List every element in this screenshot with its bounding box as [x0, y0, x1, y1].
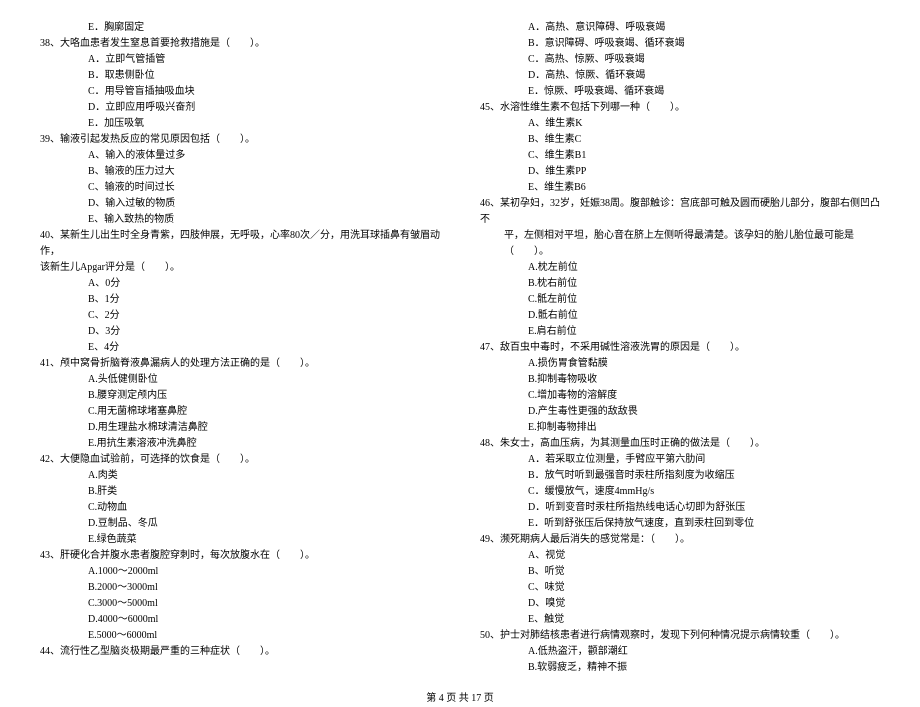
q47-option-a: A.损伤胃食管黏膜 [480, 356, 880, 372]
q40-option-c: C、2分 [40, 308, 440, 324]
left-column: E．胸廓固定 38、大咯血患者发生窒息首要抢救措施是（ ）。 A．立即气管插管 … [40, 20, 440, 676]
q50: 50、护士对肺结核患者进行病情观察时，发现下列何种情况提示病情较重（ ）。 [480, 628, 880, 644]
q48-option-c: C．缓慢放气，速度4mmHg/s [480, 484, 880, 500]
q43-option-e: E.5000～6000ml [40, 628, 440, 644]
q38-option-d: D．立即应用呼吸兴奋剂 [40, 100, 440, 116]
q39-option-b: B、输液的压力过大 [40, 164, 440, 180]
q43-option-a: A.1000～2000ml [40, 564, 440, 580]
q49-option-b: B、听觉 [480, 564, 880, 580]
q39-option-d: D、输入过敏的物质 [40, 196, 440, 212]
q47: 47、敌百虫中毒时，不采用碱性溶液洗胃的原因是（ ）。 [480, 340, 880, 356]
q43-option-d: D.4000～6000ml [40, 612, 440, 628]
q39-option-a: A、输入的液体量过多 [40, 148, 440, 164]
q46-option-a: A.枕左前位 [480, 260, 880, 276]
q42-option-c: C.动物血 [40, 500, 440, 516]
q45-option-e: E、维生素B6 [480, 180, 880, 196]
q46-option-c: C.骶左前位 [480, 292, 880, 308]
q42-option-b: B.肝类 [40, 484, 440, 500]
q45-option-d: D、维生素PP [480, 164, 880, 180]
q45-option-a: A、维生素K [480, 116, 880, 132]
q48: 48、朱女士，高血压病，为其测量血压时正确的做法是（ ）。 [480, 436, 880, 452]
q42: 42、大便隐血试验前，可选择的饮食是（ ）。 [40, 452, 440, 468]
right-column: A．高热、意识障碍、呼吸衰竭 B．意识障碍、呼吸衰竭、循环衰竭 C．高热、惊厥、… [480, 20, 880, 676]
q38-option-b: B．取患侧卧位 [40, 68, 440, 84]
q48-option-e: E．听到舒张压后保持放气速度，直到汞柱回到零位 [480, 516, 880, 532]
q48-option-b: B．放气时听到最强音时汞柱所指刻度为收缩压 [480, 468, 880, 484]
q40-option-d: D、3分 [40, 324, 440, 340]
q42-option-d: D.豆制品、冬瓜 [40, 516, 440, 532]
q43: 43、肝硬化合并腹水患者腹腔穿刺时，每次放腹水在（ ）。 [40, 548, 440, 564]
q42-option-a: A.肉类 [40, 468, 440, 484]
q41-option-e: E.用抗生素溶液冲洗鼻腔 [40, 436, 440, 452]
q41-option-c: C.用无菌棉球堵塞鼻腔 [40, 404, 440, 420]
q49: 49、濒死期病人最后消失的感觉常是：（ ）。 [480, 532, 880, 548]
q44-option-b: B．意识障碍、呼吸衰竭、循环衰竭 [480, 36, 880, 52]
q44-option-a: A．高热、意识障碍、呼吸衰竭 [480, 20, 880, 36]
page-footer: 第 4 页 共 17 页 [40, 691, 880, 707]
q44-option-d: D．高热、惊厥、循环衰竭 [480, 68, 880, 84]
q44-option-c: C．高热、惊厥、呼吸衰竭 [480, 52, 880, 68]
q47-option-d: D.产生毒性更强的敌敌畏 [480, 404, 880, 420]
q38: 38、大咯血患者发生窒息首要抢救措施是（ ）。 [40, 36, 440, 52]
q38-option-e: E．加压吸氧 [40, 116, 440, 132]
q40-option-b: B、1分 [40, 292, 440, 308]
q37-option-e: E．胸廓固定 [40, 20, 440, 36]
q49-option-e: E、触觉 [480, 612, 880, 628]
q40: 40、某新生儿出生时全身青紫，四肢伸展，无呼吸，心率80次／分，用洗耳球插鼻有皱… [40, 228, 440, 260]
q50-option-b: B.软弱疲乏，精神不振 [480, 660, 880, 676]
q44: 44、流行性乙型脑炎极期最严重的三种症状（ ）。 [40, 644, 440, 660]
q50-option-a: A.低热盗汗，颧部潮红 [480, 644, 880, 660]
q49-option-c: C、味觉 [480, 580, 880, 596]
q43-option-b: B.2000～3000ml [40, 580, 440, 596]
q41: 41、颅中窝骨折脑脊液鼻漏病人的处理方法正确的是（ ）。 [40, 356, 440, 372]
q44-option-e: E．惊厥、呼吸衰竭、循环衰竭 [480, 84, 880, 100]
q39-option-e: E、输入致热的物质 [40, 212, 440, 228]
q45-option-c: C、维生素B1 [480, 148, 880, 164]
q40-option-a: A、0分 [40, 276, 440, 292]
q40-sub: 该新生儿Apgar评分是（ ）。 [40, 260, 440, 276]
q45-option-b: B、维生素C [480, 132, 880, 148]
q39-option-c: C、输液的时间过长 [40, 180, 440, 196]
q46-option-e: E.肩右前位 [480, 324, 880, 340]
q46-option-b: B.枕右前位 [480, 276, 880, 292]
q45: 45、水溶性维生素不包括下列哪一种（ ）。 [480, 100, 880, 116]
q41-option-d: D.用生理盐水棉球清洁鼻腔 [40, 420, 440, 436]
q49-option-a: A、视觉 [480, 548, 880, 564]
q39: 39、输液引起发热反应的常见原因包括（ ）。 [40, 132, 440, 148]
q49-option-d: D、嗅觉 [480, 596, 880, 612]
q41-option-a: A.头低健侧卧位 [40, 372, 440, 388]
q48-option-a: A．若采取立位测量，手臂应平第六肋间 [480, 452, 880, 468]
q46: 46、某初孕妇，32岁，妊娠38周。腹部触诊：宫底部可触及圆而硬胎儿部分，腹部右… [480, 196, 880, 228]
q43-option-c: C.3000～5000ml [40, 596, 440, 612]
q47-option-b: B.抑制毒物吸收 [480, 372, 880, 388]
q40-option-e: E、4分 [40, 340, 440, 356]
q48-option-d: D．听到变音时汞柱所指热线电话心切即为舒张压 [480, 500, 880, 516]
q41-option-b: B.腰穿测定颅内压 [40, 388, 440, 404]
q46-sub: 平，左侧相对平坦，胎心音在脐上左侧听得最清楚。该孕妇的胎儿胎位最可能是（ ）。 [480, 228, 880, 260]
q38-option-c: C．用导管盲插抽吸血块 [40, 84, 440, 100]
q42-option-e: E.绿色蔬菜 [40, 532, 440, 548]
q38-option-a: A．立即气管插管 [40, 52, 440, 68]
q46-option-d: D.骶右前位 [480, 308, 880, 324]
q47-option-e: E.抑制毒物排出 [480, 420, 880, 436]
q47-option-c: C.增加毒物的溶解度 [480, 388, 880, 404]
